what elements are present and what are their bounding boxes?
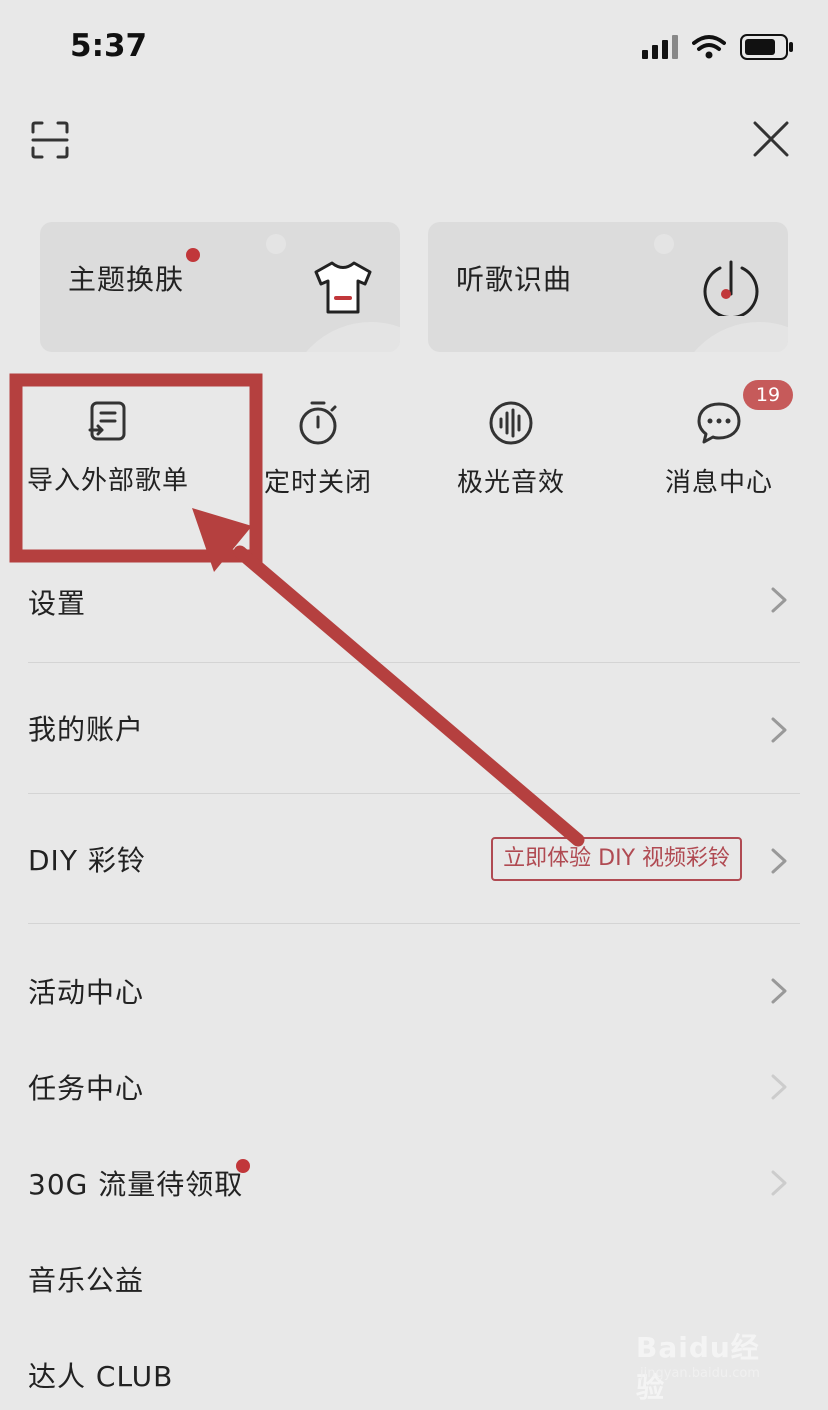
- menu-item-label: 30G 流量待领取: [28, 1168, 244, 1201]
- baidu-watermark: Baidu经验 jingyan.baidu.com: [636, 1326, 786, 1404]
- menu-item-diy-ringtone[interactable]: DIY 彩铃 立即体验 DIY 视频彩铃: [28, 795, 800, 923]
- chevron-right-icon: [771, 1170, 787, 1196]
- menu-item-my-account[interactable]: 我的账户: [28, 664, 800, 792]
- quick-actions: 导入外部歌单 定时关闭 极光音效 19 消息中心: [0, 380, 828, 514]
- menu-item-label: 任务中心: [28, 1072, 145, 1105]
- close-icon[interactable]: [752, 120, 790, 158]
- new-dot: [236, 1159, 250, 1173]
- song-recognition-card[interactable]: 听歌识曲: [428, 222, 788, 352]
- menu-item-free-data[interactable]: 30G 流量待领取: [28, 1141, 800, 1237]
- chevron-right-icon: [771, 1074, 787, 1100]
- message-count-badge: 19: [743, 380, 793, 410]
- menu-item-label: 设置: [28, 587, 87, 620]
- message-icon: [697, 402, 741, 444]
- sleep-timer-label: 定时关闭: [263, 468, 372, 498]
- tshirt-icon: [314, 261, 372, 314]
- menu-item-label: 达人 CLUB: [28, 1360, 174, 1393]
- menu-item-music-charity[interactable]: 音乐公益: [28, 1237, 800, 1333]
- watermark-sub: jingyan.baidu.com: [640, 1366, 760, 1381]
- menu-item-activity-center[interactable]: 活动中心: [28, 925, 800, 1045]
- cellular-signal-icon: [642, 35, 678, 59]
- divider: [28, 662, 800, 663]
- menu-item-label: 我的账户: [28, 713, 145, 746]
- status-time: 5:37: [70, 28, 148, 64]
- chevron-right-icon: [771, 848, 787, 874]
- wifi-icon: [692, 35, 726, 59]
- menu-item-label: DIY 彩铃: [28, 844, 146, 877]
- music-recognize-icon: [703, 260, 759, 316]
- scan-icon[interactable]: [30, 120, 70, 160]
- message-center-label: 消息中心: [664, 468, 773, 498]
- sound-wave-icon: [489, 401, 533, 445]
- import-list-icon: [88, 401, 126, 441]
- menu-item-label: 音乐公益: [28, 1264, 145, 1297]
- sleep-timer-button[interactable]: 定时关闭: [218, 394, 418, 499]
- chevron-right-icon: [771, 587, 787, 613]
- message-center-button[interactable]: 19 消息中心: [619, 380, 819, 499]
- aurora-sound-button[interactable]: 极光音效: [411, 394, 611, 499]
- aurora-sound-label: 极光音效: [456, 468, 565, 498]
- chevron-right-icon: [771, 717, 787, 743]
- status-bar: 5:37: [0, 0, 828, 96]
- battery-icon: [740, 34, 793, 60]
- menu-item-label: 活动中心: [28, 976, 145, 1009]
- import-playlist-button[interactable]: 导入外部歌单: [8, 394, 208, 497]
- menu-item-settings[interactable]: 设置: [28, 560, 800, 660]
- status-icons: [642, 34, 794, 60]
- new-dot: [186, 248, 200, 262]
- theme-skin-card[interactable]: 主题换肤: [40, 222, 400, 352]
- song-recognition-title: 听歌识曲: [456, 263, 573, 296]
- diy-video-ringtone-tag[interactable]: 立即体验 DIY 视频彩铃: [491, 837, 742, 881]
- divider: [28, 923, 800, 924]
- timer-icon: [299, 401, 337, 445]
- theme-skin-title: 主题换肤: [68, 263, 185, 296]
- chevron-right-icon: [771, 978, 787, 1004]
- menu-item-task-center[interactable]: 任务中心: [28, 1045, 800, 1141]
- import-playlist-label: 导入外部歌单: [26, 466, 189, 496]
- divider: [28, 793, 800, 794]
